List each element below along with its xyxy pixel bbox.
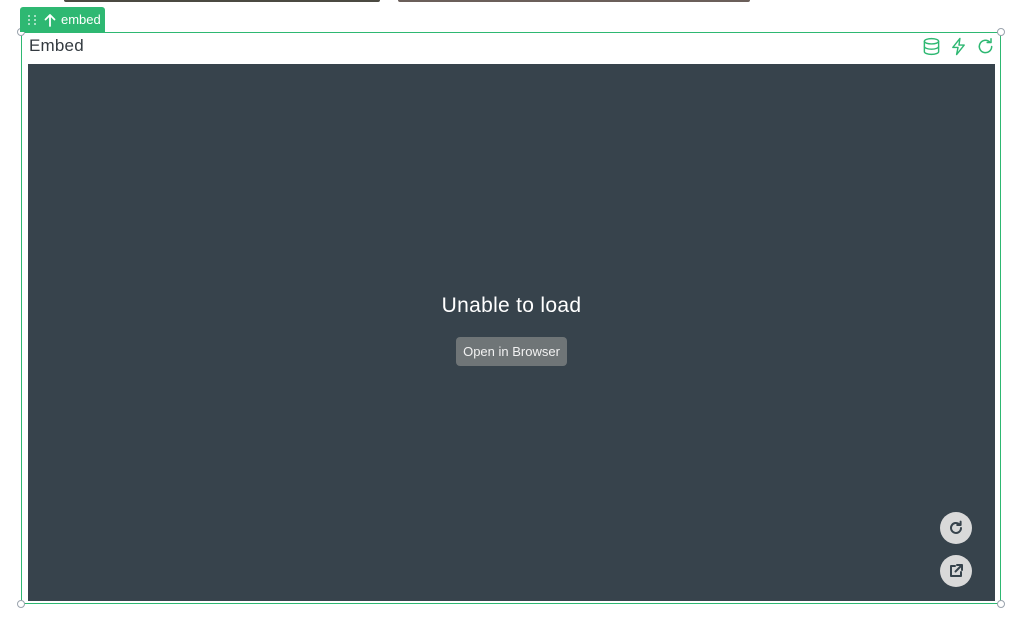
lightning-icon[interactable] <box>949 37 968 56</box>
open-in-browser-button[interactable]: Open in Browser <box>456 337 567 366</box>
refresh-icon[interactable] <box>976 37 995 56</box>
neighbor-widget-edge <box>398 0 750 2</box>
error-title: Unable to load <box>441 294 582 317</box>
arrow-up-icon[interactable] <box>44 13 56 27</box>
widget-header-actions <box>922 37 995 56</box>
resize-handle-bottom-left[interactable] <box>17 600 25 608</box>
widget-title: Embed <box>29 36 84 55</box>
widget-tag-label: embed <box>61 12 101 27</box>
resize-handle-bottom-right[interactable] <box>997 600 1005 608</box>
resize-handle-top-right[interactable] <box>997 28 1005 36</box>
widget-tag[interactable]: embed <box>20 7 105 32</box>
external-link-icon[interactable] <box>940 555 972 587</box>
database-icon[interactable] <box>922 37 941 56</box>
reload-icon[interactable] <box>940 512 972 544</box>
page: embed Embed Unable to load Open in Brows <box>0 0 1033 637</box>
drag-handle-icon[interactable] <box>28 14 37 25</box>
neighbor-widget-edge <box>64 0 380 2</box>
embed-viewport[interactable]: Unable to load Open in Browser <box>28 64 995 601</box>
load-error-message: Unable to load Open in Browser <box>28 294 995 366</box>
